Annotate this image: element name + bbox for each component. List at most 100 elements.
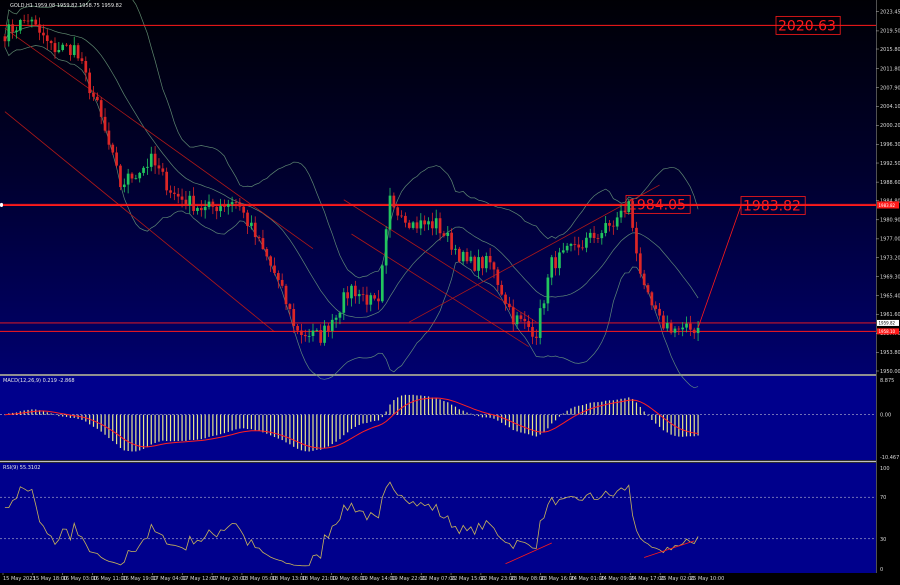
candle-body [650, 292, 654, 306]
candle-body [696, 327, 700, 334]
macd-histogram-bar [385, 411, 387, 415]
candle[interactable] [457, 246, 461, 263]
candle-body [504, 294, 507, 304]
macd-histogram-bar [431, 397, 433, 415]
candle-body [615, 217, 619, 227]
candle-body [223, 206, 226, 207]
trading-chart[interactable]: 2020.63 1984.05 1983.82 2023.45 2019.50 2015… [0, 0, 900, 585]
macd-histogram-bar [354, 414, 356, 427]
candle-body [396, 207, 400, 216]
macd-histogram-bar [65, 414, 68, 417]
macd-tick-label: 0.00 [880, 413, 891, 419]
candle-body [253, 222, 257, 238]
macd-histogram-bar [131, 414, 133, 452]
candle-body [569, 243, 573, 246]
macd-histogram-bar [551, 414, 553, 424]
candle-body [234, 202, 238, 203]
macd-histogram-bar [685, 414, 688, 437]
candle-body [619, 210, 623, 218]
candle-body [496, 269, 500, 285]
macd-histogram-bar [262, 414, 264, 433]
candle-body [192, 195, 195, 211]
macd-histogram-bar [119, 414, 122, 448]
candle-body [76, 45, 80, 59]
candle-body [631, 201, 634, 228]
macd-histogram-bar [485, 414, 487, 418]
candle-body [292, 309, 296, 326]
candle-body [423, 220, 427, 225]
candle[interactable] [631, 199, 634, 232]
macd-histogram-bar [531, 414, 534, 436]
macd-histogram-bar [327, 414, 329, 447]
candle-body [407, 222, 411, 228]
candle-body [65, 44, 68, 46]
macd-histogram-bar [697, 414, 699, 436]
macd-title: MACD(12,26,9) 0.219 -2.868 [3, 378, 75, 384]
candle-body [226, 204, 230, 207]
macd-histogram-bar [323, 414, 326, 448]
candle-body [500, 284, 504, 295]
candle-body [585, 237, 588, 248]
candle-body [230, 202, 234, 205]
macd-histogram-bar [281, 414, 283, 441]
candle[interactable] [380, 264, 384, 303]
candle-body [15, 30, 18, 32]
candle-body [658, 308, 661, 316]
candle-body [203, 206, 207, 211]
candle-body [588, 232, 592, 238]
candle-body [577, 244, 581, 248]
macd-histogram-bar [358, 414, 360, 426]
candle[interactable] [473, 255, 477, 272]
macd-histogram-bar [285, 414, 287, 443]
macd-histogram-bar [481, 414, 484, 418]
macd-histogram-bar [200, 414, 202, 440]
candle-body [188, 195, 192, 206]
candle[interactable] [76, 43, 80, 61]
macd-histogram-bar [362, 414, 364, 424]
candle-body [561, 250, 565, 253]
rsi-panel-bg [0, 463, 876, 573]
candle-body [354, 285, 357, 297]
macd-histogram-bar [682, 414, 684, 437]
candle-body [88, 72, 91, 94]
macd-histogram-bar [62, 414, 64, 417]
macd-histogram-bar [470, 413, 472, 415]
price-tick-label: 2019.50 [880, 29, 900, 35]
macd-histogram-bar [643, 411, 645, 415]
macd-histogram-bar [366, 414, 368, 423]
candle-body [681, 327, 685, 330]
macd-histogram-bar [108, 414, 110, 439]
target-level-label: 1983.82 [743, 199, 801, 215]
rsi-title: RSI(9) 55.3102 [3, 465, 40, 471]
macd-histogram-bar [115, 414, 118, 445]
macd-histogram-bar [208, 414, 210, 437]
chart-root[interactable]: 2020.63 1984.05 1983.82 2023.45 2019.50 2015… [0, 0, 900, 585]
candle-body [95, 96, 99, 101]
candle-body [242, 206, 246, 213]
macd-histogram-bar [389, 404, 391, 415]
candle-body [338, 312, 342, 318]
candle-body [600, 233, 604, 239]
macd-histogram-bar [397, 397, 399, 415]
candle-body [488, 256, 492, 263]
candle-body [669, 323, 673, 333]
macd-histogram-bar [35, 409, 37, 415]
candle-body [130, 173, 134, 179]
candle-body [257, 237, 261, 239]
macd-histogram-bar [416, 395, 418, 415]
candle-body [442, 233, 446, 236]
candle-body [434, 218, 438, 229]
macd-histogram-bar [597, 402, 599, 415]
macd-histogram-bar [585, 403, 588, 415]
candle-body [149, 153, 153, 167]
candle-body [357, 294, 361, 297]
candle-body [161, 168, 165, 172]
candle[interactable] [119, 164, 122, 191]
macd-histogram-bar [296, 414, 299, 449]
macd-histogram-bar [254, 414, 256, 431]
macd-histogram-bar [420, 395, 422, 415]
candle-body [53, 43, 57, 53]
candle-body [169, 190, 172, 193]
macd-histogram-bar [42, 411, 45, 415]
candle-body [573, 243, 577, 245]
